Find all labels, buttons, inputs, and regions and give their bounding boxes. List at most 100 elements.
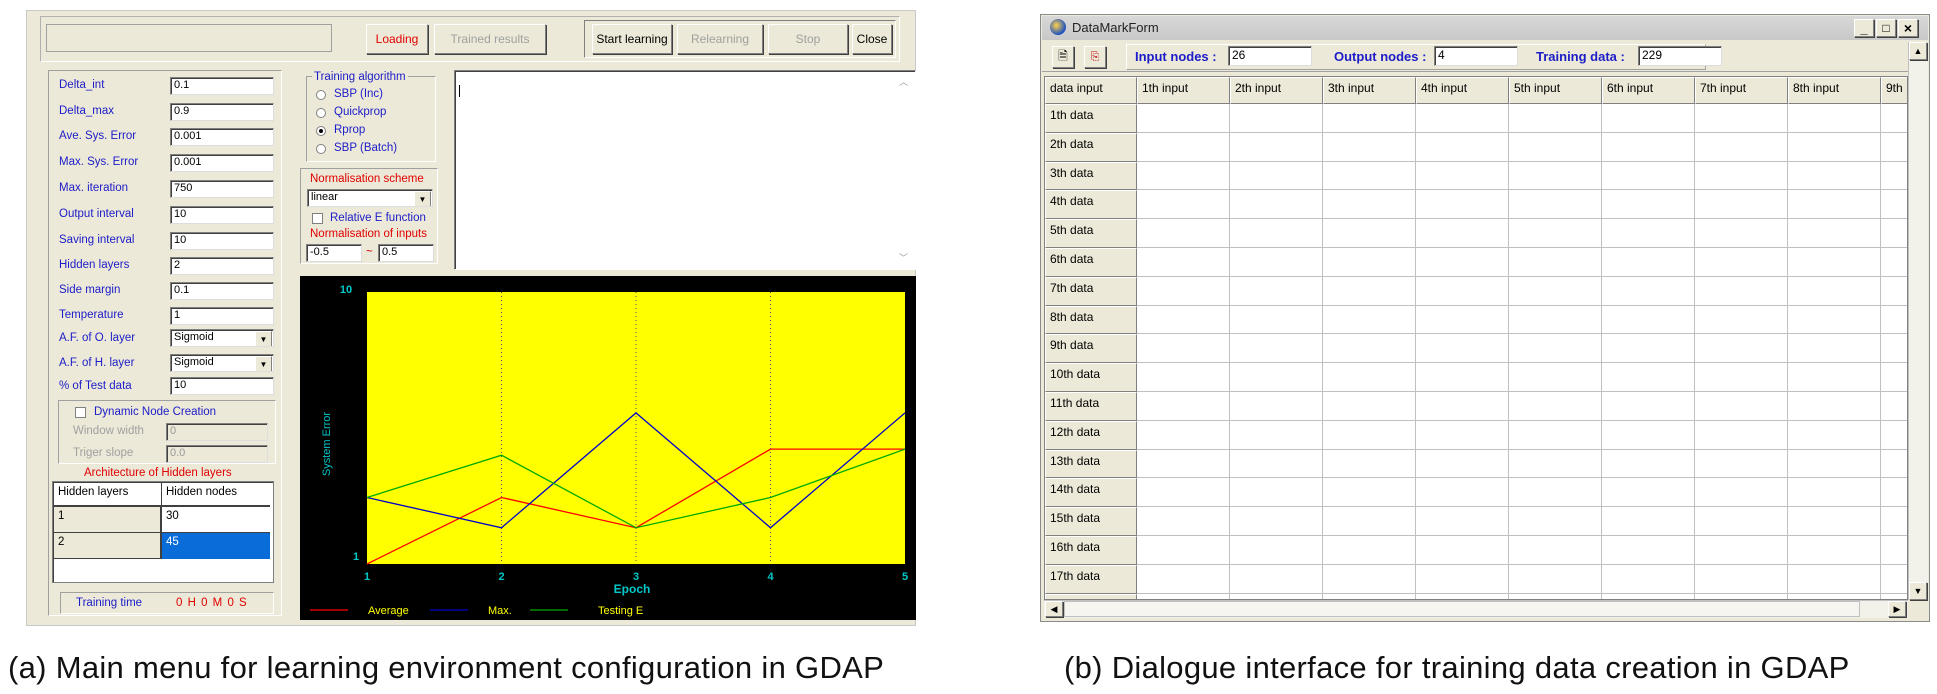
grid-cell[interactable] (1695, 392, 1788, 421)
scroll-down-arrow-icon[interactable]: ▼ (1909, 582, 1927, 600)
grid-cell[interactable] (1695, 132, 1788, 162)
algorithm-radio[interactable] (316, 126, 326, 136)
grid-cell[interactable] (1323, 276, 1416, 306)
grid-cell[interactable] (1230, 248, 1323, 277)
grid-row-header[interactable]: 1th data (1045, 104, 1137, 133)
param-input[interactable]: 0.1 (170, 77, 274, 95)
grid-cell[interactable] (1509, 536, 1602, 565)
grid-cell[interactable] (1230, 219, 1323, 248)
grid-cell[interactable] (1230, 507, 1323, 536)
grid-row-header[interactable]: 11th data (1045, 392, 1137, 421)
grid-row-header[interactable]: 6th data (1045, 248, 1137, 277)
scroll-down-icon[interactable]: ﹀ (899, 251, 908, 264)
grid-cell[interactable] (1881, 363, 1907, 392)
grid-cell[interactable] (1323, 161, 1416, 191)
grid-cell[interactable] (1323, 536, 1416, 565)
test-data-input[interactable]: 10 (170, 377, 274, 395)
grid-row-header[interactable]: 14th data (1045, 478, 1137, 508)
param-input[interactable]: 0.1 (170, 282, 274, 300)
grid-cell[interactable] (1323, 248, 1416, 277)
grid-cell[interactable] (1695, 363, 1788, 392)
param-input[interactable]: 750 (170, 180, 274, 198)
grid-cell[interactable] (1230, 104, 1323, 133)
grid-cell[interactable] (1881, 536, 1907, 565)
grid-cell[interactable] (1323, 564, 1416, 594)
grid-cell[interactable] (1416, 132, 1509, 162)
grid-cell[interactable] (1788, 334, 1881, 364)
dynamic-node-checkbox[interactable] (75, 407, 86, 418)
grid-cell[interactable] (1602, 478, 1695, 508)
param-input[interactable]: 2 (170, 257, 274, 275)
grid-cell[interactable] (1323, 478, 1416, 508)
grid-cell[interactable] (1323, 363, 1416, 392)
algorithm-radio[interactable] (316, 90, 326, 100)
log-textarea[interactable]: ︿ ﹀ (454, 70, 916, 270)
grid-cell[interactable] (1323, 449, 1416, 479)
grid-cell[interactable] (1881, 161, 1907, 191)
grid-cell[interactable] (1137, 507, 1230, 536)
grid-row-header[interactable]: 15th data (1045, 507, 1137, 536)
grid-cell[interactable] (1416, 276, 1509, 306)
grid-cell[interactable] (1137, 104, 1230, 133)
output-nodes-input[interactable]: 4 (1434, 46, 1518, 66)
vertical-scrollbar[interactable] (1908, 42, 1928, 600)
grid-column-header[interactable]: 1th input (1137, 77, 1230, 104)
grid-cell[interactable] (1230, 276, 1323, 306)
grid-cell[interactable] (1602, 536, 1695, 565)
grid-cell[interactable] (1602, 248, 1695, 277)
loading-button[interactable]: Loading (366, 24, 428, 54)
grid-row-header[interactable]: 16th data (1045, 536, 1137, 565)
grid-cell[interactable] (1695, 104, 1788, 133)
triger-slope-input[interactable]: 0.0 (166, 445, 268, 463)
grid-cell[interactable] (1788, 219, 1881, 248)
grid-cell[interactable] (1416, 104, 1509, 133)
relearning-button[interactable]: Relearning (677, 24, 763, 54)
param-input[interactable]: 10 (170, 206, 274, 224)
grid-cell[interactable] (1602, 564, 1695, 594)
param-input[interactable]: 0.001 (170, 128, 274, 146)
grid-cell[interactable] (1323, 104, 1416, 133)
arch-row-2-nodes[interactable]: 45 (162, 533, 270, 559)
grid-cell[interactable] (1416, 420, 1509, 450)
normalisation-min-input[interactable]: -0.5 (306, 244, 362, 262)
grid-column-header[interactable]: 3th input (1323, 77, 1416, 104)
input-nodes-input[interactable]: 26 (1228, 46, 1312, 66)
grid-cell[interactable] (1509, 564, 1602, 594)
grid-cell[interactable] (1788, 449, 1881, 479)
grid-cell[interactable] (1788, 104, 1881, 133)
grid-cell[interactable] (1230, 478, 1323, 508)
grid-column-header[interactable]: 7th input (1695, 77, 1788, 104)
grid-cell[interactable] (1881, 190, 1907, 220)
grid-cell[interactable] (1695, 219, 1788, 248)
chevron-down-icon[interactable]: ▼ (414, 191, 431, 206)
grid-row-header[interactable]: 12th data (1045, 420, 1137, 450)
grid-cell[interactable] (1323, 219, 1416, 248)
grid-cell[interactable] (1137, 420, 1230, 450)
grid-row-header[interactable]: 2th data (1045, 132, 1137, 162)
grid-cell[interactable] (1695, 190, 1788, 220)
scroll-up-icon[interactable]: ︿ (899, 75, 908, 88)
grid-cell[interactable] (1788, 564, 1881, 594)
grid-cell[interactable] (1695, 449, 1788, 479)
grid-column-header[interactable]: 4th input (1416, 77, 1509, 104)
algorithm-radio[interactable] (316, 144, 326, 154)
grid-cell[interactable] (1416, 392, 1509, 421)
grid-cell[interactable] (1416, 305, 1509, 335)
grid-cell[interactable] (1509, 161, 1602, 191)
grid-column-header[interactable]: 2th input (1230, 77, 1323, 104)
new-document-icon[interactable]: 🗎 (1052, 46, 1074, 68)
grid-cell[interactable] (1230, 190, 1323, 220)
grid-cell[interactable] (1602, 507, 1695, 536)
grid-cell[interactable] (1881, 132, 1907, 162)
grid-cell[interactable] (1230, 363, 1323, 392)
grid-cell[interactable] (1881, 564, 1907, 594)
grid-cell[interactable] (1602, 104, 1695, 133)
grid-column-header[interactable]: 5th input (1509, 77, 1602, 104)
grid-cell[interactable] (1509, 132, 1602, 162)
grid-cell[interactable] (1230, 564, 1323, 594)
close-button[interactable]: Close (852, 24, 892, 54)
grid-cell[interactable] (1509, 334, 1602, 364)
grid-cell[interactable] (1416, 334, 1509, 364)
grid-cell[interactable] (1602, 219, 1695, 248)
grid-cell[interactable] (1602, 449, 1695, 479)
